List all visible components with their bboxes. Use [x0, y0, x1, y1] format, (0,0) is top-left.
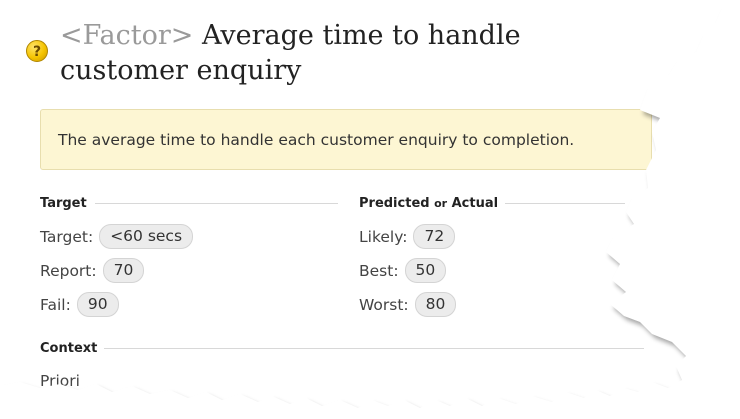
report-row: Report: 70 [40, 258, 145, 283]
page-title: <Factor> Average time to handle customer… [60, 18, 650, 88]
context-divider [104, 348, 644, 349]
worst-value: 80 [414, 292, 457, 317]
target-row: Target: <60 secs [40, 224, 194, 249]
description-text: The average time to handle each customer… [58, 131, 575, 149]
likely-label: Likely: [359, 227, 408, 246]
factor-kind-label: <Factor> [60, 20, 194, 51]
fail-label: Fail: [40, 295, 71, 314]
target-heading: Target [40, 196, 87, 211]
predicted-heading-a: Predicted [359, 196, 430, 211]
report-label: Report: [40, 261, 97, 280]
factor-page: ? <Factor> Average time to handle custom… [0, 0, 740, 419]
fail-value: 90 [76, 292, 119, 317]
likely-value: 72 [413, 224, 456, 249]
best-row: Best: 50 [359, 258, 447, 283]
report-value: 70 [102, 258, 145, 283]
predicted-divider [505, 203, 625, 204]
worst-row: Worst: 80 [359, 292, 457, 317]
best-label: Best: [359, 261, 399, 280]
likely-row: Likely: 72 [359, 224, 456, 249]
worst-label: Worst: [359, 295, 409, 314]
target-value: <60 secs [99, 224, 194, 249]
fail-row: Fail: 90 [40, 292, 119, 317]
target-divider [95, 203, 338, 204]
best-value: 50 [404, 258, 447, 283]
help-icon[interactable]: ? [26, 40, 48, 62]
description-box: The average time to handle each customer… [40, 109, 652, 170]
target-label: Target: [40, 227, 94, 246]
context-partial-row: Priori [40, 372, 80, 390]
context-heading: Context [40, 341, 98, 356]
predicted-heading-b: Actual [451, 196, 499, 211]
predicted-heading-or: or [434, 197, 448, 210]
predicted-heading: Predicted or Actual [359, 196, 498, 211]
